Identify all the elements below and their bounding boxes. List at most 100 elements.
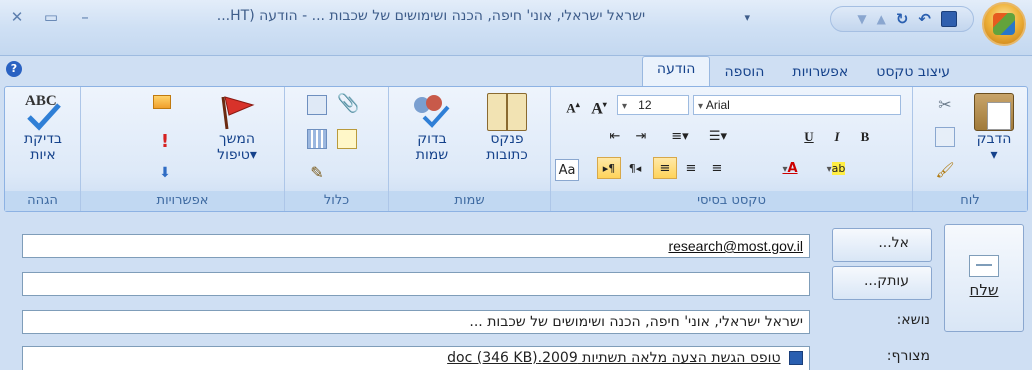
attachment-label: מצורף: — [886, 348, 930, 364]
minimize-icon[interactable]: – — [76, 8, 94, 26]
font-size-value: 12 — [638, 98, 652, 112]
tab-message[interactable]: הודעה — [641, 56, 711, 86]
tab-format-text[interactable]: עיצוב טקסט — [862, 60, 964, 86]
attachment-file-link[interactable]: טופס הגשת הצעה מלאה תשתיות 2009.doc (346… — [447, 350, 780, 366]
group-label-proofing: הגהה — [5, 191, 80, 211]
font-color-button[interactable]: ▾A — [769, 157, 811, 179]
down-arrow-icon[interactable]: ▼ — [857, 10, 866, 28]
group-label-include: כלול — [285, 191, 388, 211]
copy-icon[interactable] — [935, 127, 955, 147]
to-recipient-link[interactable]: research@most.gov.il — [668, 238, 803, 254]
group-label-clipboard: לוח — [913, 191, 1027, 211]
spelling-check-icon: ABC — [23, 93, 63, 131]
font-color-text: A — [787, 161, 798, 176]
check-names-icon — [412, 93, 452, 131]
group-options: ! ⬇ המשך ▾טיפול ◳ אפשרויות — [81, 87, 285, 211]
checkmark-svg — [27, 103, 61, 131]
send-envelope-icon — [969, 255, 999, 277]
to-button[interactable]: אל... — [832, 228, 932, 262]
close-icon[interactable]: ✕ — [8, 8, 26, 26]
increase-indent-icon[interactable]: ⇥ — [629, 125, 653, 147]
align-center-icon[interactable]: ≡ — [679, 157, 703, 179]
align-left-icon[interactable]: ≡ — [705, 157, 729, 179]
check-names-label-2: שמות — [415, 147, 449, 163]
shrink-font-arrow: ▾ — [602, 100, 607, 109]
paste-paper-shape — [987, 102, 1011, 130]
group-basic-text: A▴ A▾ ▾ 12 ▾ Arial ⇤ ⇥ ≡▾ ☰▾ U I B Aa ▸¶… — [551, 87, 913, 211]
font-name-value: Arial — [705, 98, 730, 112]
save-icon[interactable] — [941, 11, 957, 27]
up-arrow-icon[interactable]: ▲ — [877, 10, 886, 28]
subject-field[interactable]: ישראל ישראלי, אוני' חיפה, הכנה ושימושים … — [22, 310, 810, 334]
office-button[interactable] — [982, 2, 1026, 46]
subject-label: נושא: — [896, 312, 930, 328]
quick-access-toolbar: ▼ ▲ ↻ ↶ — [830, 6, 974, 32]
office-logo-icon — [993, 13, 1015, 35]
bullets-icon[interactable]: ☰▾ — [701, 125, 735, 147]
spelling-button[interactable]: ABC בדיקת איות — [11, 93, 75, 163]
calendar-icon[interactable] — [307, 129, 327, 149]
address-book-label-2: כתובות — [486, 147, 528, 163]
send-button[interactable]: שלח — [944, 224, 1024, 332]
highlight-button[interactable]: ▾ab — [815, 157, 857, 179]
qat-dropdown-icon[interactable]: ▾ — [744, 11, 750, 24]
format-painter-icon[interactable]: 🖌 — [935, 161, 955, 181]
decrease-indent-icon[interactable]: ⇤ — [603, 125, 627, 147]
address-book-button[interactable]: פנקס כתובות — [471, 93, 543, 163]
low-importance-icon[interactable]: ⬇ — [155, 165, 175, 185]
font-name-select[interactable]: ▾ Arial — [693, 95, 901, 115]
rtl-direction-button[interactable]: ▸¶ — [597, 157, 621, 179]
window-controls: ✕ ▭ – — [8, 8, 94, 26]
paste-icon — [974, 93, 1014, 131]
underline-button[interactable]: U — [797, 125, 821, 147]
grow-font-arrow: ▴ — [575, 100, 580, 109]
paste-button[interactable]: הדבק ▾ — [965, 93, 1023, 163]
envelope-flap-shape — [976, 264, 992, 266]
grow-font-text: A — [566, 100, 576, 116]
attach-item-icon[interactable] — [307, 95, 327, 115]
font-size-select[interactable]: ▾ 12 — [617, 95, 689, 115]
group-proofing: ABC בדיקת איות הגהה — [5, 87, 81, 211]
bold-button[interactable]: B — [853, 125, 877, 147]
paperclip-icon[interactable]: 📎 — [337, 93, 359, 114]
highlight-text: ab — [831, 162, 846, 175]
redo-icon[interactable]: ↻ — [896, 10, 909, 28]
business-card-icon[interactable] — [337, 129, 357, 149]
font-size-dropdown-icon: ▾ — [622, 101, 639, 112]
followup-label-1: המשך — [218, 131, 256, 147]
font-name-dropdown-icon: ▾ — [698, 101, 706, 112]
red-flag-svg — [221, 96, 255, 130]
italic-button[interactable]: I — [825, 125, 849, 147]
check-names-button[interactable]: בדוק שמות — [397, 93, 467, 163]
shrink-font-button[interactable]: A▾ — [587, 93, 611, 117]
cut-icon[interactable]: ✂ — [935, 95, 955, 115]
followup-button[interactable]: המשך ▾טיפול — [201, 93, 273, 163]
group-names: בדוק שמות פנקס כתובות שמות — [389, 87, 551, 211]
send-label: שלח — [969, 281, 999, 299]
maximize-icon[interactable]: ▭ — [42, 8, 60, 26]
grow-font-button[interactable]: A▴ — [561, 93, 585, 115]
attachment-field[interactable]: טופס הגשת הצעה מלאה תשתיות 2009.doc (346… — [22, 346, 810, 370]
styles-icon[interactable]: Aa — [555, 159, 579, 181]
signature-icon[interactable]: ✎ — [307, 163, 327, 183]
followup-arrow: ▾ — [249, 147, 257, 163]
high-importance-icon[interactable]: ! — [155, 131, 175, 152]
help-icon[interactable]: ? — [6, 61, 22, 77]
tab-options[interactable]: אפשרויות — [778, 60, 862, 86]
address-book-icon — [487, 93, 527, 131]
group-label-basic-text: טקסט בסיסי — [551, 191, 912, 211]
cc-button[interactable]: עותק... — [832, 266, 932, 300]
numbering-icon[interactable]: ≡▾ — [663, 125, 697, 147]
message-header-form: research@most.gov.il אל... עותק... ישראל… — [0, 214, 1032, 370]
to-field[interactable]: research@most.gov.il — [22, 234, 810, 258]
flag-email-icon[interactable] — [153, 95, 171, 109]
undo-icon[interactable]: ↶ — [918, 10, 931, 28]
align-right-button[interactable]: ≡ — [653, 157, 677, 179]
cc-field[interactable] — [22, 272, 810, 296]
window-title: ישראל ישראלי, אוני' חיפה, הכנה ושימושים … — [216, 8, 646, 24]
check-names-label-1: בדוק — [417, 131, 447, 147]
group-label-options: אפשרויות — [81, 191, 284, 211]
tab-insert[interactable]: הוספה — [710, 60, 778, 86]
ltr-direction-icon[interactable]: ¶◂ — [623, 157, 647, 179]
paste-arrow: ▾ — [990, 147, 998, 163]
